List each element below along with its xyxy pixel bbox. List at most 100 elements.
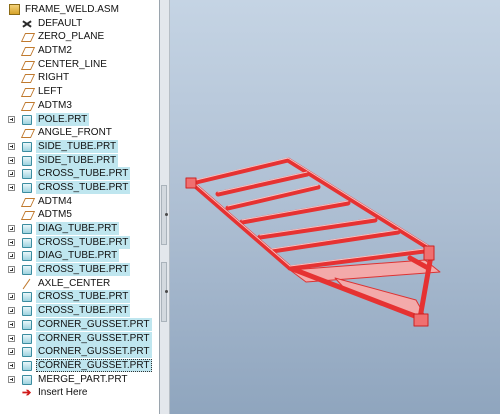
expand-plus-icon[interactable]: [8, 170, 15, 178]
part-icon: [22, 155, 32, 166]
tree-item[interactable]: CORNER_GUSSET.PRT: [0, 331, 159, 346]
tree-item[interactable]: CORNER_GUSSET.PRT: [0, 317, 159, 332]
tree-item[interactable]: ADTM3: [0, 99, 159, 113]
tree-item[interactable]: MERGE_PART.PRT: [0, 373, 159, 387]
part-icon: [22, 169, 32, 180]
datum-axis-icon: [22, 279, 32, 289]
tree-item-label: ANGLE_FRONT: [38, 127, 112, 139]
tree-item[interactable]: CENTER_LINE: [0, 58, 159, 72]
tree-item-label: SIDE_TUBE.PRT: [36, 153, 119, 167]
expand-plus-icon[interactable]: [8, 334, 15, 342]
tree-item[interactable]: ADTM5: [0, 208, 159, 222]
tree-item-label: POLE.PRT: [36, 112, 90, 126]
splitter-sash-top[interactable]: [161, 185, 168, 245]
model-tree-list: FRAME_WELD.ASM DEFAULT ZERO_PLANE ADTM2 CENT…: [0, 3, 159, 400]
tree-item[interactable]: POLE.PRT: [0, 112, 159, 127]
tree-item[interactable]: SIDE_TUBE.PRT: [0, 139, 159, 154]
panel-splitter[interactable]: [160, 0, 170, 414]
csys-icon: [22, 19, 32, 29]
tree-item-label: CROSS_TUBE.PRT: [36, 290, 131, 304]
tree-item-label: CROSS_TUBE.PRT: [36, 304, 131, 318]
expand-plus-icon[interactable]: [8, 375, 15, 383]
datum-plane-icon: [22, 46, 33, 56]
tree-item-label: MERGE_PART.PRT: [38, 373, 128, 385]
tree-item[interactable]: ZERO_PLANE: [0, 30, 159, 44]
expand-plus-icon[interactable]: [8, 238, 15, 246]
tree-item[interactable]: ANGLE_FRONT: [0, 126, 159, 140]
tree-item-label: ZERO_PLANE: [38, 31, 105, 43]
part-icon: [22, 224, 32, 234]
part-icon: [22, 333, 32, 344]
expand-plus-icon[interactable]: [8, 348, 15, 356]
tree-item-label: CROSS_TUBE.PRT: [36, 167, 131, 181]
expand-plus-icon[interactable]: [8, 252, 15, 260]
expand-plus-icon[interactable]: [8, 183, 15, 191]
tree-item-label: Insert Here: [38, 387, 88, 399]
tree-item-label: CENTER_LINE: [38, 58, 107, 70]
tree-item[interactable]: RIGHT: [0, 71, 159, 85]
expand-plus-icon[interactable]: [8, 156, 15, 164]
trailer-frame-model[interactable]: [185, 157, 441, 327]
datum-plane-icon: [22, 101, 33, 111]
tree-item[interactable]: CORNER_GUSSET.PRT: [0, 345, 159, 359]
tree-item-label: AXLE_CENTER: [38, 277, 111, 289]
tree-item[interactable]: CROSS_TUBE.PRT: [0, 235, 159, 250]
expand-plus-icon[interactable]: [8, 142, 15, 150]
expand-plus-icon[interactable]: [8, 361, 15, 369]
insert-arrow-icon: ➔: [22, 387, 32, 400]
sash-grip-icon: [165, 290, 168, 293]
datum-plane-icon: [22, 60, 33, 70]
expand-plus-icon[interactable]: [8, 307, 15, 315]
sash-grip-icon: [165, 213, 168, 216]
tree-item[interactable]: LEFT: [0, 85, 159, 99]
tree-item[interactable]: CROSS_TUBE.PRT: [0, 290, 159, 304]
tree-item-label: ADTM4: [38, 195, 72, 207]
tree-item-label: CORNER_GUSSET.PRT: [36, 358, 152, 372]
datum-plane-icon: [22, 128, 33, 138]
expand-plus-icon[interactable]: [8, 293, 15, 301]
datum-plane-icon: [22, 210, 33, 220]
tree-item[interactable]: CROSS_TUBE.PRT: [0, 167, 159, 181]
tree-item[interactable]: ADTM2: [0, 44, 159, 58]
part-icon: [22, 292, 32, 303]
tree-item[interactable]: DIAG_TUBE.PRT: [0, 249, 159, 263]
corner-gusset: [334, 277, 427, 319]
tree-item-label: ADTM2: [38, 45, 72, 57]
tree-item[interactable]: CROSS_TUBE.PRT: [0, 263, 159, 277]
part-icon: [22, 114, 32, 125]
tree-root-item[interactable]: FRAME_WELD.ASM: [0, 3, 159, 17]
tree-item-label: DIAG_TUBE.PRT: [36, 249, 120, 263]
expand-plus-icon[interactable]: [8, 225, 15, 232]
part-icon: [22, 319, 32, 330]
tree-item-label: CORNER_GUSSET.PRT: [36, 317, 152, 331]
part-icon: [22, 347, 32, 358]
tree-item[interactable]: SIDE_TUBE.PRT: [0, 153, 159, 168]
frame-model[interactable]: [170, 0, 500, 414]
tree-item-label: CROSS_TUBE.PRT: [36, 235, 131, 249]
datum-plane-icon: [22, 73, 33, 83]
part-icon: [22, 265, 32, 276]
tree-item-label: CROSS_TUBE.PRT: [36, 180, 131, 194]
tree-item[interactable]: ADTM4: [0, 195, 159, 209]
graphics-viewport[interactable]: [170, 0, 500, 414]
tree-item[interactable]: CROSS_TUBE.PRT: [0, 180, 159, 195]
tree-item-label: CORNER_GUSSET.PRT: [36, 331, 152, 345]
tree-item-label: SIDE_TUBE.PRT: [36, 139, 119, 153]
expand-plus-icon[interactable]: [8, 115, 15, 123]
tree-item[interactable]: DEFAULT: [0, 17, 159, 31]
tree-item-label: ADTM5: [38, 209, 72, 221]
hitch-block: [413, 313, 429, 327]
part-icon: [22, 360, 32, 371]
tree-item[interactable]: AXLE_CENTER: [0, 277, 159, 291]
expand-plus-icon[interactable]: [8, 266, 15, 274]
tree-item[interactable]: ➔ Insert Here: [0, 386, 159, 400]
splitter-sash-bottom[interactable]: [161, 262, 168, 322]
tree-item[interactable]: CROSS_TUBE.PRT: [0, 304, 159, 318]
corner-cap: [423, 245, 435, 261]
part-icon: [22, 141, 32, 152]
expand-plus-icon[interactable]: [8, 320, 15, 328]
model-tree-panel: FRAME_WELD.ASM DEFAULT ZERO_PLANE ADTM2 CENT…: [0, 0, 160, 414]
tree-item[interactable]: DIAG_TUBE.PRT: [0, 222, 159, 236]
tree-item-label: CORNER_GUSSET.PRT: [36, 345, 152, 359]
tree-item[interactable]: CORNER_GUSSET.PRT: [0, 358, 159, 373]
